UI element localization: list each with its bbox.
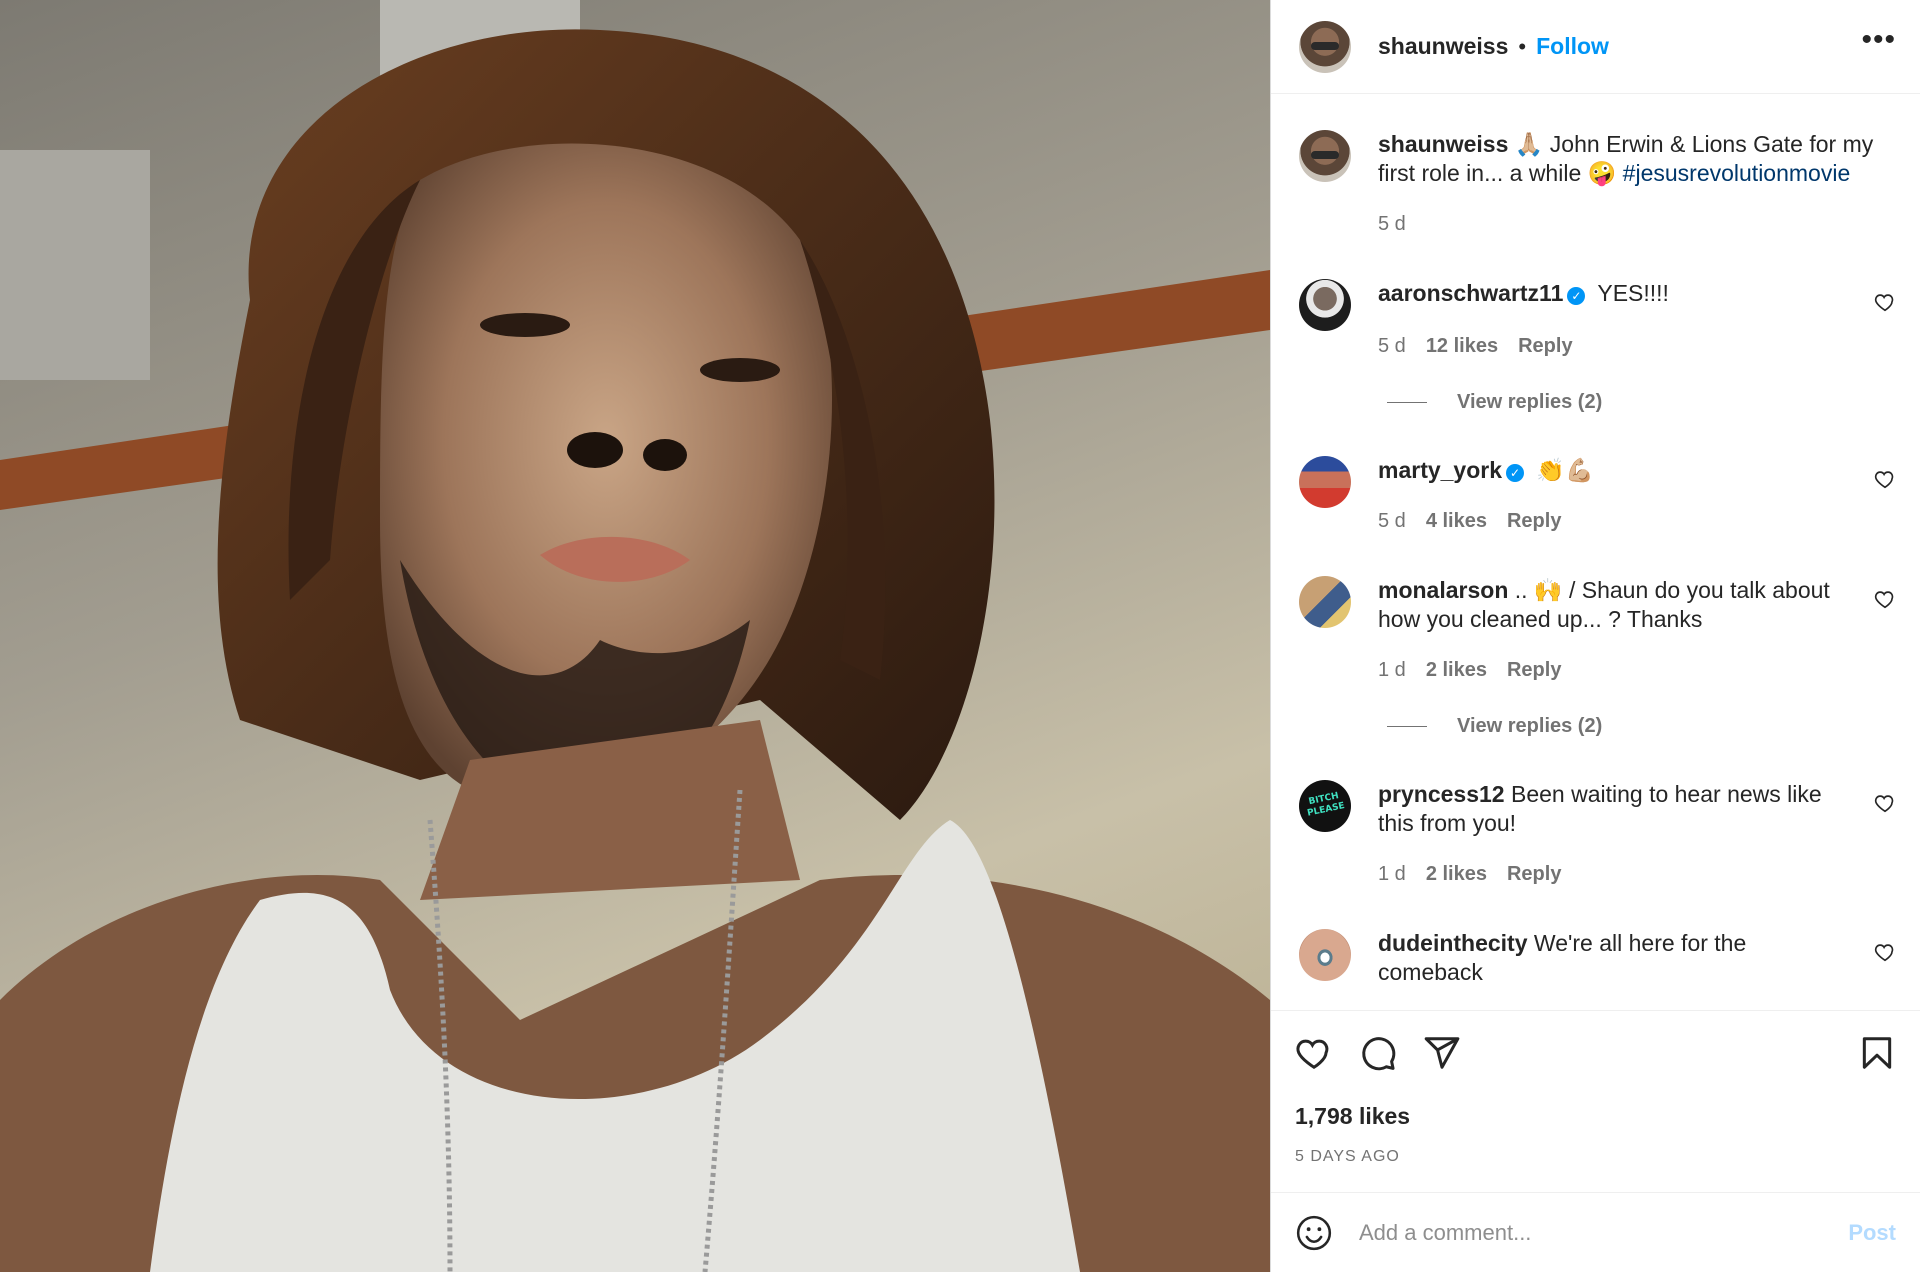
caption-username[interactable]: shaunweiss [1378, 131, 1508, 157]
comment-username[interactable]: dudeinthecity [1378, 930, 1528, 956]
comment-username[interactable]: marty_york [1378, 457, 1502, 483]
comment-heart-icon[interactable] [1874, 792, 1896, 814]
view-replies-label: View replies (2) [1457, 391, 1603, 413]
comment-item: pryncess12 Been waiting to hear news lik… [1299, 780, 1896, 889]
comment-item: marty_york ✓ 👏💪🏼 5 d 4 likes Reply [1299, 456, 1896, 536]
verified-badge-icon: ✓ [1567, 287, 1586, 305]
author-username[interactable]: shaunweiss [1378, 33, 1508, 60]
comment-icon[interactable] [1359, 1034, 1397, 1072]
comment-username[interactable]: aaronschwartz11 [1378, 280, 1563, 306]
comment-likes[interactable]: 2 likes [1426, 656, 1487, 685]
avatar[interactable] [1299, 20, 1351, 73]
reply-button[interactable]: Reply [1507, 507, 1561, 536]
verified-badge-icon: ✓ [1506, 464, 1525, 482]
avatar[interactable] [1299, 456, 1351, 508]
comment-item: aaronschwartz11 ✓ YES!!!! 5 d 12 likes Re… [1299, 279, 1896, 361]
comment-meta: 5 d 4 likes Reply [1378, 507, 1848, 536]
reply-button[interactable]: Reply [1507, 656, 1561, 685]
comment-time[interactable]: 1 d [1378, 860, 1406, 889]
caption: shaunweiss 🙏🏼 John Erwin & Lions Gate fo… [1299, 130, 1896, 239]
comment-heart-icon[interactable] [1874, 588, 1896, 610]
view-replies-button[interactable]: View replies (2) [1387, 715, 1896, 738]
comment-time[interactable]: 5 d [1378, 507, 1406, 536]
comment-input[interactable] [1357, 1218, 1849, 1247]
comment-likes[interactable]: 4 likes [1426, 507, 1487, 536]
reply-button[interactable]: Reply [1518, 332, 1572, 361]
comment-text: 👏💪🏼 [1530, 457, 1594, 483]
action-icons [1295, 1031, 1896, 1075]
comment-likes[interactable]: 12 likes [1426, 332, 1498, 361]
caption-time[interactable]: 5 d [1378, 210, 1406, 239]
heart-icon[interactable] [1295, 1034, 1333, 1072]
avatar[interactable] [1299, 929, 1351, 981]
view-replies-label: View replies (2) [1457, 715, 1603, 737]
comment-time[interactable]: 1 d [1378, 656, 1406, 685]
share-icon[interactable] [1423, 1034, 1461, 1072]
comment-heart-icon[interactable] [1874, 941, 1896, 963]
comment-item: monalarson .. 🙌 / Shaun do you talk abou… [1299, 576, 1896, 685]
comment-username[interactable]: monalarson [1378, 577, 1508, 603]
nostril-left [567, 432, 623, 468]
portrait-photo [0, 0, 1270, 1272]
post-date[interactable]: 5 DAYS AGO [1295, 1148, 1896, 1192]
replies-divider [1387, 402, 1427, 403]
comment-text: YES!!!! [1591, 280, 1669, 306]
post-view: shaunweiss • Follow ••• shaunweiss 🙏🏼 Jo… [0, 0, 1920, 1272]
comment-username[interactable]: pryncess12 [1378, 781, 1505, 807]
add-comment-bar: Post [1271, 1192, 1920, 1272]
caption-emoji: 🙏🏼 [1514, 131, 1544, 157]
separator-dot: • [1518, 33, 1527, 59]
reply-button[interactable]: Reply [1507, 860, 1561, 889]
overhead-panel [0, 150, 150, 380]
avatar[interactable] [1299, 279, 1351, 331]
comment-heart-icon[interactable] [1874, 468, 1896, 490]
post-header: shaunweiss • Follow ••• [1271, 0, 1920, 94]
likes-count[interactable]: 1,798 likes [1295, 1103, 1896, 1130]
more-icon[interactable]: ••• [1861, 24, 1896, 59]
comment-meta: 1 d 2 likes Reply [1378, 656, 1848, 685]
emoji-icon[interactable] [1295, 1214, 1333, 1252]
comment-meta: 1 d 2 likes Reply [1378, 860, 1848, 889]
comment-meta: 5 d 12 likes Reply [1378, 332, 1848, 361]
post-actions: 1,798 likes 5 DAYS AGO [1271, 1010, 1920, 1192]
hashtag-link[interactable]: #jesusrevolutionmovie [1623, 160, 1851, 186]
comment-likes[interactable]: 2 likes [1426, 860, 1487, 889]
comment-time[interactable]: 5 d [1378, 332, 1406, 361]
post-image[interactable] [0, 0, 1270, 1272]
nostril-right [643, 439, 687, 471]
caption-meta: 5 d [1378, 210, 1888, 239]
replies-divider [1387, 726, 1427, 727]
comment-item: dudeinthecity We're all here for the com… [1299, 929, 1896, 987]
eye-left [480, 313, 570, 337]
bookmark-icon[interactable] [1858, 1034, 1896, 1072]
side-panel: shaunweiss • Follow ••• shaunweiss 🙏🏼 Jo… [1270, 0, 1920, 1272]
caption-emoji-end: 🤪 [1587, 160, 1617, 186]
avatar[interactable] [1299, 130, 1351, 182]
comment-heart-icon[interactable] [1874, 291, 1896, 313]
post-button[interactable]: Post [1848, 1220, 1896, 1246]
avatar[interactable] [1299, 780, 1351, 832]
comments-list[interactable]: shaunweiss 🙏🏼 John Erwin & Lions Gate fo… [1271, 94, 1920, 1010]
eye-right [700, 358, 780, 382]
view-replies-button[interactable]: View replies (2) [1387, 391, 1896, 414]
avatar[interactable] [1299, 576, 1351, 628]
follow-button[interactable]: Follow [1536, 33, 1609, 60]
